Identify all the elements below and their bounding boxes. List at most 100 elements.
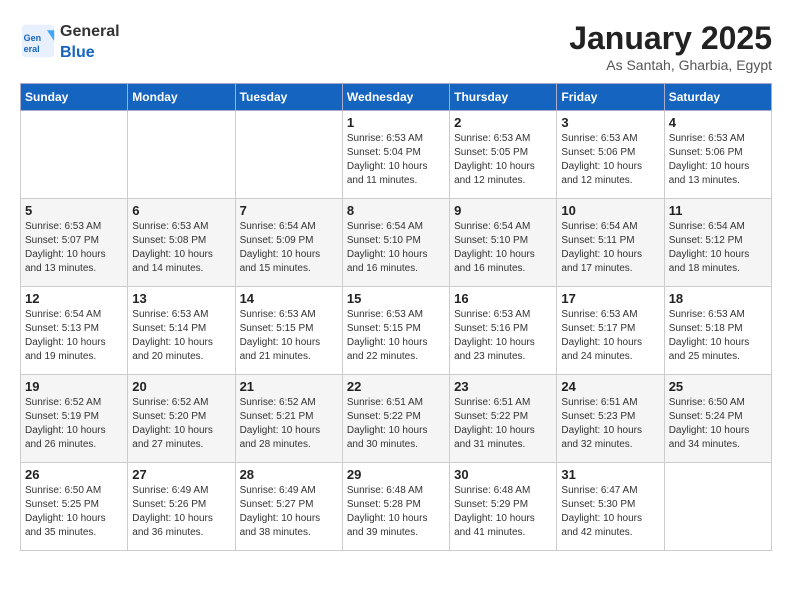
calendar-cell: 13 Sunrise: 6:53 AM Sunset: 5:14 PM Dayli… xyxy=(128,287,235,375)
calendar-cell: 9Sunrise: 6:54 AM Sunset: 5:10 PM Daylig… xyxy=(450,199,557,287)
day-number: 31 xyxy=(561,467,659,482)
day-number: 25 xyxy=(669,379,767,394)
day-number: 5 xyxy=(25,203,123,218)
day-info: Sunrise: 6:50 AM Sunset: 5:25 PM Dayligh… xyxy=(25,484,123,540)
calendar-cell: 11Sunrise: 6:54 AM Sunset: 5:12 PM Dayli… xyxy=(664,199,771,287)
day-info: Sunrise: 6:52 AM Sunset: 5:21 PM Dayligh… xyxy=(240,396,338,452)
day-info: Sunrise: 6:53 AM Sunset: 5:08 PM Dayligh… xyxy=(132,220,230,276)
day-info: Sunrise: 6:49 AM Sunset: 5:27 PM Dayligh… xyxy=(240,484,338,540)
day-number: 12 xyxy=(25,291,123,306)
day-info: Sunrise: 6:48 AM Sunset: 5:29 PM Dayligh… xyxy=(454,484,552,540)
calendar-cell: 26 Sunrise: 6:50 AM Sunset: 5:25 PM Dayli… xyxy=(21,463,128,551)
title-block: January 2025 As Santah, Gharbia, Egypt xyxy=(569,20,772,73)
day-number: 29 xyxy=(347,467,445,482)
day-number: 27 xyxy=(132,467,230,482)
calendar-cell: 30 Sunrise: 6:48 AM Sunset: 5:29 PM Dayli… xyxy=(450,463,557,551)
day-info: Sunrise: 6:48 AM Sunset: 5:28 PM Dayligh… xyxy=(347,484,445,540)
day-number: 30 xyxy=(454,467,552,482)
day-info: Sunrise: 6:51 AM Sunset: 5:23 PM Dayligh… xyxy=(561,396,659,452)
calendar-cell: 3 Sunrise: 6:53 AM Sunset: 5:06 PM Daylig… xyxy=(557,111,664,199)
weekday-header: Wednesday xyxy=(342,84,449,111)
calendar-cell: 7Sunrise: 6:54 AM Sunset: 5:09 PM Daylig… xyxy=(235,199,342,287)
day-number: 18 xyxy=(669,291,767,306)
day-number: 16 xyxy=(454,291,552,306)
day-info: Sunrise: 6:49 AM Sunset: 5:26 PM Dayligh… xyxy=(132,484,230,540)
calendar-cell: 14Sunrise: 6:53 AM Sunset: 5:15 PM Dayli… xyxy=(235,287,342,375)
day-number: 22 xyxy=(347,379,445,394)
day-info: Sunrise: 6:53 AM Sunset: 5:16 PM Dayligh… xyxy=(454,308,552,364)
weekday-header: Monday xyxy=(128,84,235,111)
day-info: Sunrise: 6:52 AM Sunset: 5:19 PM Dayligh… xyxy=(25,396,123,452)
day-number: 21 xyxy=(240,379,338,394)
calendar-cell: 24 Sunrise: 6:51 AM Sunset: 5:23 PM Dayli… xyxy=(557,375,664,463)
location: As Santah, Gharbia, Egypt xyxy=(569,57,772,73)
day-info: Sunrise: 6:53 AM Sunset: 5:07 PM Dayligh… xyxy=(25,220,123,276)
day-info: Sunrise: 6:53 AM Sunset: 5:15 PM Dayligh… xyxy=(347,308,445,364)
day-info: Sunrise: 6:53 AM Sunset: 5:14 PM Dayligh… xyxy=(132,308,230,364)
day-info: Sunrise: 6:50 AM Sunset: 5:24 PM Dayligh… xyxy=(669,396,767,452)
calendar-cell xyxy=(235,111,342,199)
calendar-cell: 23 Sunrise: 6:51 AM Sunset: 5:22 PM Dayli… xyxy=(450,375,557,463)
day-number: 26 xyxy=(25,467,123,482)
day-number: 24 xyxy=(561,379,659,394)
calendar-cell: 25 Sunrise: 6:50 AM Sunset: 5:24 PM Dayli… xyxy=(664,375,771,463)
calendar-table: SundayMondayTuesdayWednesdayThursdayFrid… xyxy=(20,83,772,551)
day-info: Sunrise: 6:54 AM Sunset: 5:09 PM Dayligh… xyxy=(240,220,338,276)
day-info: Sunrise: 6:54 AM Sunset: 5:11 PM Dayligh… xyxy=(561,220,659,276)
day-info: Sunrise: 6:53 AM Sunset: 5:18 PM Dayligh… xyxy=(669,308,767,364)
day-number: 1 xyxy=(347,115,445,130)
calendar-cell: 21 Sunrise: 6:52 AM Sunset: 5:21 PM Dayli… xyxy=(235,375,342,463)
calendar-cell: 20 Sunrise: 6:52 AM Sunset: 5:20 PM Dayli… xyxy=(128,375,235,463)
day-info: Sunrise: 6:54 AM Sunset: 5:10 PM Dayligh… xyxy=(454,220,552,276)
day-number: 2 xyxy=(454,115,552,130)
day-info: Sunrise: 6:53 AM Sunset: 5:04 PM Dayligh… xyxy=(347,132,445,188)
calendar-cell: 12 Sunrise: 6:54 AM Sunset: 5:13 PM Dayli… xyxy=(21,287,128,375)
weekday-header: Thursday xyxy=(450,84,557,111)
day-number: 20 xyxy=(132,379,230,394)
day-number: 13 xyxy=(132,291,230,306)
day-info: Sunrise: 6:47 AM Sunset: 5:30 PM Dayligh… xyxy=(561,484,659,540)
calendar-cell: 15 Sunrise: 6:53 AM Sunset: 5:15 PM Dayli… xyxy=(342,287,449,375)
svg-text:eral: eral xyxy=(24,44,40,54)
day-number: 28 xyxy=(240,467,338,482)
calendar-cell: 1 Sunrise: 6:53 AM Sunset: 5:04 PM Daylig… xyxy=(342,111,449,199)
calendar-cell: 18 Sunrise: 6:53 AM Sunset: 5:18 PM Dayli… xyxy=(664,287,771,375)
day-info: Sunrise: 6:51 AM Sunset: 5:22 PM Dayligh… xyxy=(454,396,552,452)
weekday-header: Saturday xyxy=(664,84,771,111)
weekday-header: Tuesday xyxy=(235,84,342,111)
day-info: Sunrise: 6:52 AM Sunset: 5:20 PM Dayligh… xyxy=(132,396,230,452)
day-info: Sunrise: 6:53 AM Sunset: 5:17 PM Dayligh… xyxy=(561,308,659,364)
day-info: Sunrise: 6:53 AM Sunset: 5:05 PM Dayligh… xyxy=(454,132,552,188)
day-info: Sunrise: 6:51 AM Sunset: 5:22 PM Dayligh… xyxy=(347,396,445,452)
calendar-cell: 19Sunrise: 6:52 AM Sunset: 5:19 PM Dayli… xyxy=(21,375,128,463)
day-number: 23 xyxy=(454,379,552,394)
calendar-cell: 5 Sunrise: 6:53 AM Sunset: 5:07 PM Daylig… xyxy=(21,199,128,287)
day-info: Sunrise: 6:53 AM Sunset: 5:06 PM Dayligh… xyxy=(561,132,659,188)
day-number: 6 xyxy=(132,203,230,218)
day-info: Sunrise: 6:54 AM Sunset: 5:12 PM Dayligh… xyxy=(669,220,767,276)
day-info: Sunrise: 6:54 AM Sunset: 5:13 PM Dayligh… xyxy=(25,308,123,364)
day-number: 4 xyxy=(669,115,767,130)
calendar-cell: 28 Sunrise: 6:49 AM Sunset: 5:27 PM Dayli… xyxy=(235,463,342,551)
svg-text:Gen: Gen xyxy=(24,33,42,43)
day-number: 15 xyxy=(347,291,445,306)
calendar-cell xyxy=(21,111,128,199)
calendar-cell xyxy=(128,111,235,199)
day-info: Sunrise: 6:53 AM Sunset: 5:06 PM Dayligh… xyxy=(669,132,767,188)
weekday-header: Sunday xyxy=(21,84,128,111)
calendar-cell: 2 Sunrise: 6:53 AM Sunset: 5:05 PM Daylig… xyxy=(450,111,557,199)
day-info: Sunrise: 6:53 AM Sunset: 5:15 PM Dayligh… xyxy=(240,308,338,364)
day-info: Sunrise: 6:54 AM Sunset: 5:10 PM Dayligh… xyxy=(347,220,445,276)
day-number: 3 xyxy=(561,115,659,130)
calendar-cell: 6 Sunrise: 6:53 AM Sunset: 5:08 PM Daylig… xyxy=(128,199,235,287)
logo-blue-text: Blue xyxy=(60,44,95,61)
page-header: Gen eral General Blue January 2025 As Sa… xyxy=(20,20,772,73)
calendar-cell: 16 Sunrise: 6:53 AM Sunset: 5:16 PM Dayli… xyxy=(450,287,557,375)
day-number: 8 xyxy=(347,203,445,218)
calendar-cell: 27 Sunrise: 6:49 AM Sunset: 5:26 PM Dayli… xyxy=(128,463,235,551)
month-title: January 2025 xyxy=(569,20,772,57)
calendar-cell: 10 Sunrise: 6:54 AM Sunset: 5:11 PM Dayli… xyxy=(557,199,664,287)
calendar-cell: 22 Sunrise: 6:51 AM Sunset: 5:22 PM Dayli… xyxy=(342,375,449,463)
logo-general-text: General xyxy=(60,23,120,40)
day-number: 10 xyxy=(561,203,659,218)
